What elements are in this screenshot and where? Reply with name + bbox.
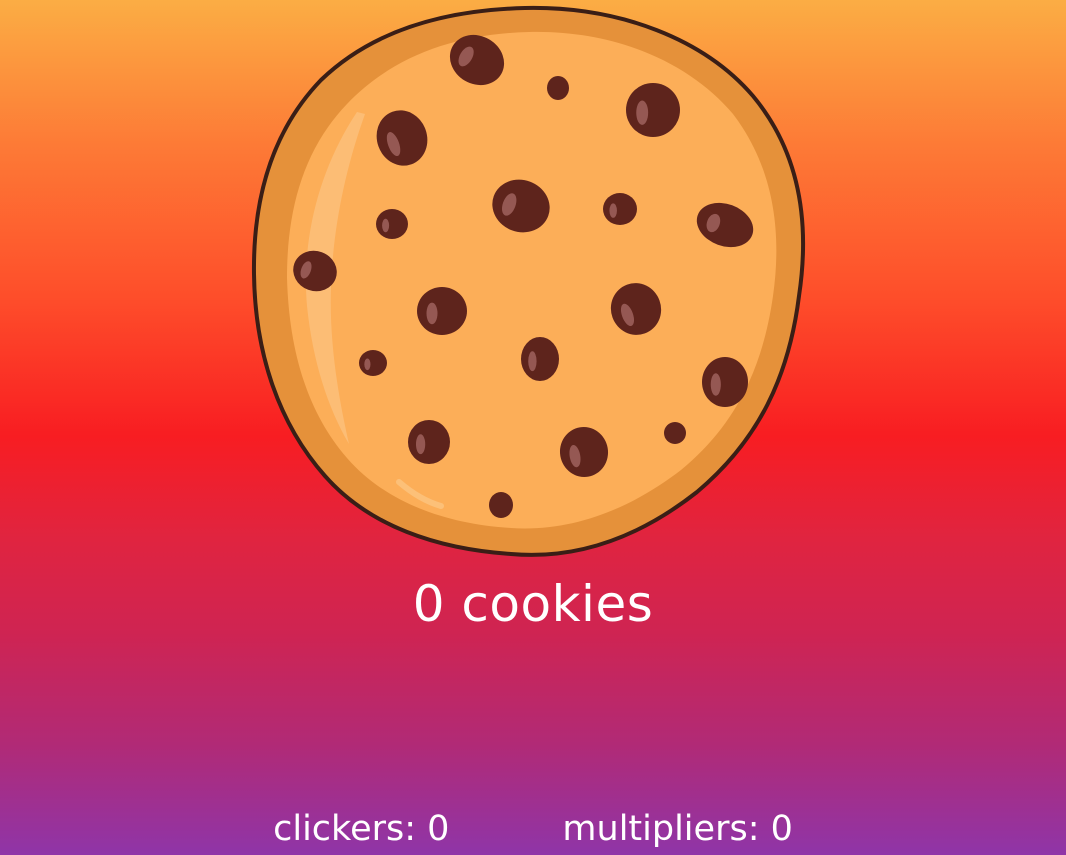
chocolate-chip	[376, 209, 408, 239]
chocolate-chip	[702, 357, 748, 407]
chocolate-chip	[626, 83, 680, 137]
clickers-count: clickers: 0	[273, 809, 450, 849]
chocolate-chip	[408, 420, 450, 464]
multipliers-count: multipliers: 0	[562, 809, 793, 849]
chocolate-chip	[603, 193, 637, 225]
cookie-icon	[251, 5, 806, 557]
chocolate-chip	[489, 492, 513, 518]
cookie-button[interactable]	[249, 4, 809, 560]
chocolate-chip	[547, 76, 569, 100]
cookie-counter: 0 cookies	[412, 575, 654, 633]
chocolate-chip	[664, 422, 686, 444]
chocolate-chip	[417, 287, 467, 335]
chocolate-chip	[521, 337, 559, 381]
stats-bar: clickers: 0 multipliers: 0	[0, 804, 1066, 854]
chocolate-chip	[359, 350, 387, 376]
